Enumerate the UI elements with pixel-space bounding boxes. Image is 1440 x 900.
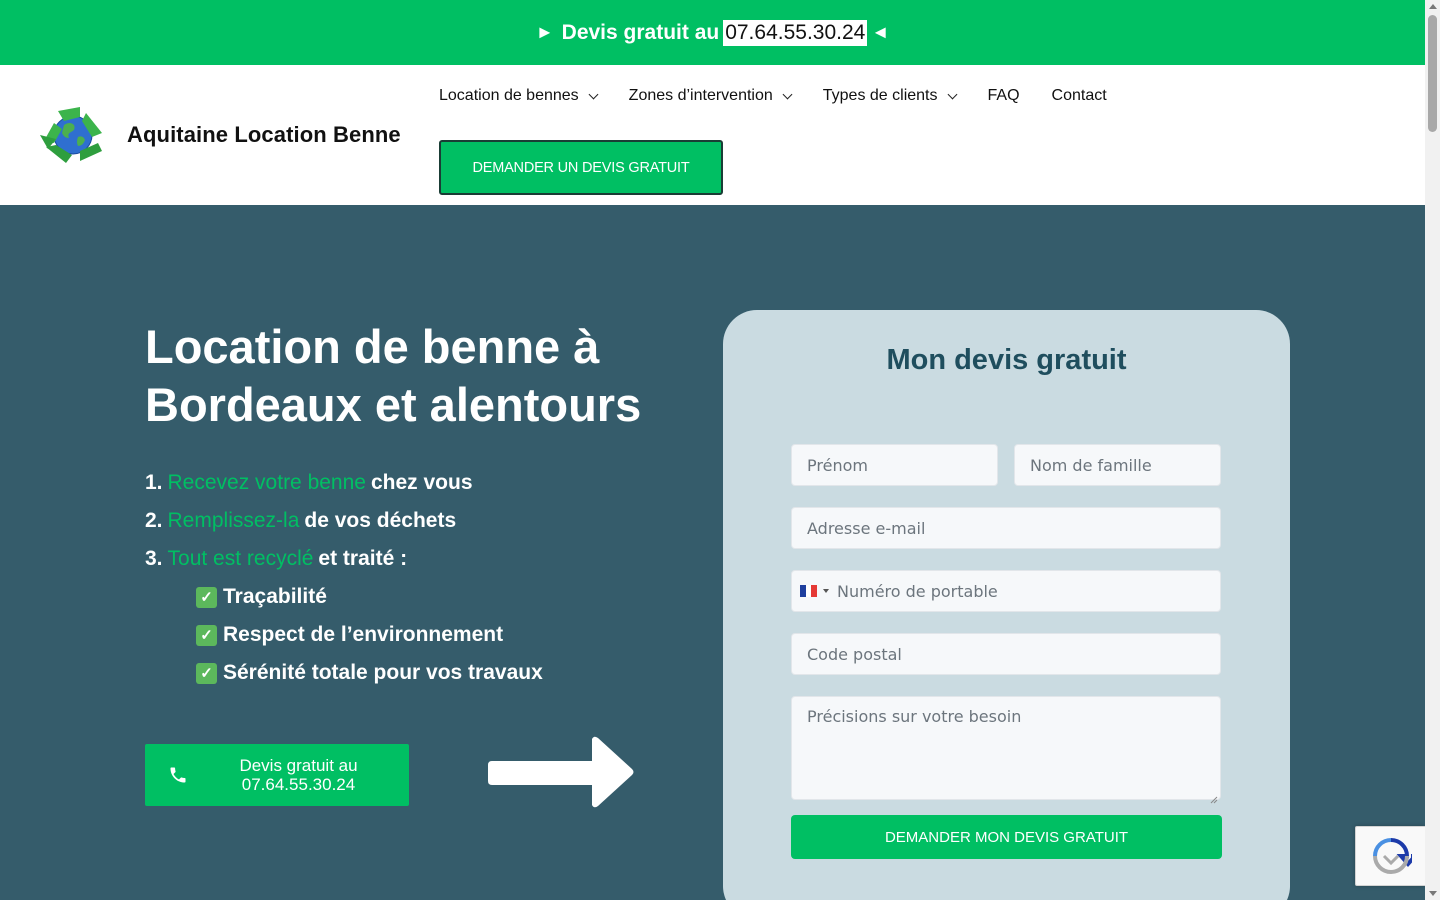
brand-name[interactable]: Aquitaine Location Benne	[127, 122, 401, 148]
quote-form-card: Mon devis gratuit Prénom Nom de famille …	[723, 310, 1290, 900]
placeholder-text: Numéro de portable	[837, 581, 998, 601]
nav-label: Contact	[1051, 87, 1107, 104]
caret-down-icon	[823, 589, 829, 593]
top-announcement-bar: ► Devis gratuit au 07.64.55.30.24 ◄	[0, 0, 1425, 65]
call-quote-line2: 07.64.55.30.24	[241, 775, 356, 794]
benefit-item: ✓ Traçabilité	[196, 578, 543, 616]
nav-contact[interactable]: Contact	[1052, 87, 1107, 105]
nav-label: Location de bennes	[439, 87, 579, 104]
step-highlight: Tout est recyclé	[167, 547, 314, 570]
form-title: Mon devis gratuit	[886, 344, 1127, 376]
step-text: de vos déchets	[304, 509, 457, 532]
scroll-down-icon[interactable]	[1429, 891, 1437, 896]
country-selector[interactable]	[800, 585, 829, 597]
page-scrollbar[interactable]	[1425, 0, 1440, 900]
check-mark-icon: ✓	[196, 586, 217, 608]
main-nav: Location de bennes Zones d’intervention …	[439, 87, 1139, 105]
chevron-down-icon	[588, 89, 599, 99]
nav-label: Types de clients	[822, 87, 938, 104]
first-name-input[interactable]: Prénom	[791, 444, 998, 486]
step-number: 3.	[145, 547, 163, 570]
nav-label: FAQ	[987, 87, 1020, 104]
scroll-thumb[interactable]	[1428, 15, 1437, 132]
right-pointer-icon: ►	[535, 22, 554, 42]
step-highlight: Recevez votre benne	[167, 471, 366, 494]
benefits-list: ✓ Traçabilité ✓ Respect de l’environneme…	[196, 578, 543, 692]
step-text: et traité :	[318, 547, 408, 570]
nav-types-de-clients[interactable]: Types de clients	[822, 87, 957, 105]
steps-list: 1. Recevez votre benne chez vous 2. Remp…	[145, 464, 543, 692]
call-quote-line1: Devis gratuit au	[239, 756, 358, 775]
call-quote-text: Devis gratuit au 07.64.55.30.24	[211, 756, 386, 794]
benefit-item: ✓ Respect de l’environnement	[196, 616, 543, 654]
email-input[interactable]: Adresse e-mail	[791, 507, 1221, 549]
nav-zones-intervention[interactable]: Zones d’intervention	[628, 87, 793, 105]
nav-location-de-bennes[interactable]: Location de bennes	[439, 87, 599, 105]
left-pointer-icon: ◄	[871, 22, 890, 42]
topbar-phone-link[interactable]: 07.64.55.30.24	[723, 19, 868, 46]
benefit-text: Traçabilité	[223, 585, 327, 608]
step-item: 1. Recevez votre benne chez vous	[145, 464, 543, 502]
placeholder-text: Prénom	[807, 455, 868, 475]
header-quote-button[interactable]: DEMANDER UN DEVIS GRATUIT	[439, 140, 723, 195]
benefit-text: Sérénité totale pour vos travaux	[223, 661, 543, 684]
placeholder-text: Précisions sur votre besoin	[807, 707, 1022, 726]
check-mark-icon: ✓	[196, 624, 217, 646]
resize-handle-icon[interactable]	[1210, 789, 1218, 804]
nav-faq[interactable]: FAQ	[988, 87, 1020, 105]
recaptcha-icon[interactable]	[1355, 826, 1425, 886]
placeholder-text: Nom de famille	[1030, 455, 1152, 475]
scroll-up-icon[interactable]	[1429, 4, 1437, 9]
placeholder-text: Adresse e-mail	[807, 518, 926, 538]
step-item: 2. Remplissez-la de vos déchets	[145, 502, 543, 540]
benefit-text: Respect de l’environnement	[223, 623, 504, 646]
step-number: 2.	[145, 509, 163, 532]
phone-icon	[145, 765, 211, 785]
hero-title: Location de benne à Bordeaux et alentour…	[145, 320, 642, 431]
chevron-down-icon	[947, 89, 957, 99]
recycling-globe-icon[interactable]	[36, 99, 110, 171]
call-quote-button[interactable]: Devis gratuit au 07.64.55.30.24	[145, 744, 409, 806]
step-item: 3. Tout est recyclé et traité :	[145, 540, 543, 578]
arrow-right-icon	[488, 735, 636, 813]
benefit-item: ✓ Sérénité totale pour vos travaux	[196, 654, 543, 692]
check-mark-icon: ✓	[196, 662, 217, 684]
details-textarea[interactable]: Précisions sur votre besoin	[791, 696, 1221, 804]
topbar-text: Devis gratuit au	[561, 20, 720, 44]
submit-quote-button[interactable]: DEMANDER MON DEVIS GRATUIT	[791, 815, 1222, 859]
placeholder-text: Code postal	[807, 644, 902, 664]
last-name-input[interactable]: Nom de famille	[1014, 444, 1221, 486]
step-highlight: Remplissez-la	[167, 509, 300, 532]
france-flag-icon	[800, 585, 818, 597]
step-text: chez vous	[370, 471, 473, 494]
site-header: Aquitaine Location Benne Location de ben…	[0, 65, 1425, 205]
hero-section: Location de benne à Bordeaux et alentour…	[0, 205, 1425, 900]
mobile-input[interactable]: Numéro de portable	[791, 570, 1221, 612]
step-number: 1.	[145, 471, 163, 494]
nav-label: Zones d’intervention	[628, 87, 773, 104]
chevron-down-icon	[782, 89, 793, 99]
postal-code-input[interactable]: Code postal	[791, 633, 1221, 675]
